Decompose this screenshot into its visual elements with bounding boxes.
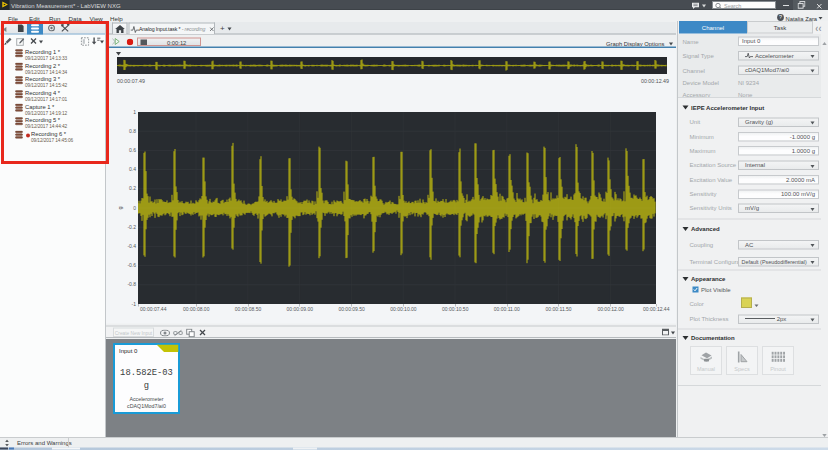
svg-text:?: ? bbox=[779, 14, 782, 20]
